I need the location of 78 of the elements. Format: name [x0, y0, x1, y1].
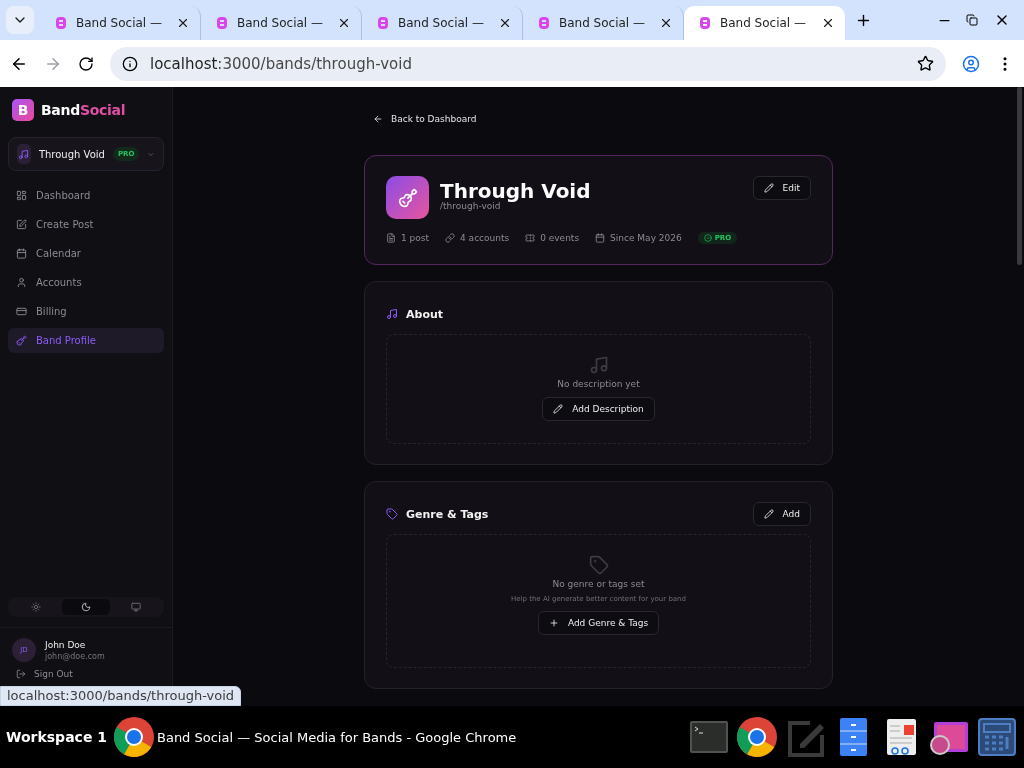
- guitar-icon: [16, 335, 27, 346]
- section-title: Genre & Tags: [406, 507, 489, 521]
- plus-icon: [548, 618, 559, 628]
- pencil-icon: [763, 509, 774, 519]
- stat-label: 1 post: [401, 233, 430, 243]
- nav-item[interactable]: Calendar: [8, 241, 164, 266]
- sun-icon: [31, 602, 41, 612]
- moon-icon: [81, 602, 91, 612]
- restore-icon[interactable]: [966, 14, 978, 26]
- calendar-icon: [595, 233, 606, 243]
- nav-item[interactable]: Billing: [8, 299, 164, 324]
- status-url: localhost:3000/bands/through-void: [0, 686, 241, 706]
- favicon-icon: [537, 16, 551, 30]
- stat-label: Since May 2026: [610, 233, 682, 243]
- info-icon: [122, 55, 138, 72]
- dashboard-icon: [16, 190, 27, 201]
- pencil-icon: [553, 404, 564, 414]
- nav-item[interactable]: Accounts: [8, 270, 164, 295]
- back-link[interactable]: Back to Dashboard: [373, 112, 477, 126]
- reload-icon[interactable]: [78, 55, 94, 72]
- close-icon[interactable]: [659, 16, 673, 30]
- calendar-icon: [16, 248, 27, 259]
- workspace-label[interactable]: Workspace 1: [6, 729, 107, 745]
- profile-icon[interactable]: [962, 54, 980, 73]
- chrome-icon[interactable]: [736, 716, 778, 758]
- theme-dark-button[interactable]: [62, 599, 110, 615]
- tag-icon: [588, 555, 609, 575]
- favicon-icon: [215, 16, 229, 30]
- empty-state-text: No description yet: [557, 379, 640, 389]
- address-bar[interactable]: localhost:3000/bands/through-void: [110, 46, 946, 81]
- tab-list-button[interactable]: [6, 6, 34, 34]
- bookmark-star-icon[interactable]: [917, 55, 934, 72]
- music-note-icon: [386, 308, 398, 320]
- favicon-icon: [698, 16, 712, 30]
- nav-item[interactable]: Dashboard: [8, 183, 164, 208]
- section-title: About: [406, 307, 444, 321]
- tag-icon: [386, 508, 398, 520]
- music-note-icon: [17, 144, 31, 164]
- user-name: John Doe: [45, 639, 87, 650]
- check-circle-icon: [703, 234, 712, 242]
- scrollbar-thumb[interactable]: [1017, 87, 1022, 265]
- document-icon: [386, 233, 396, 243]
- close-icon[interactable]: [498, 16, 512, 30]
- pencil-icon: [763, 183, 774, 193]
- add-description-button[interactable]: Add Description: [542, 397, 655, 421]
- close-icon[interactable]: [176, 16, 190, 30]
- window-title[interactable]: Band Social — Social Media for Bands - Google Chrome: [157, 729, 517, 745]
- add-button[interactable]: Add: [752, 502, 811, 526]
- nav-item[interactable]: Band Profile: [8, 328, 164, 353]
- ticket-icon: [525, 233, 536, 243]
- close-icon[interactable]: [821, 16, 835, 30]
- stat-label: 0 events: [540, 233, 580, 243]
- monitor-icon: [131, 602, 141, 612]
- empty-state-text: No genre or tags set: [552, 579, 645, 589]
- band-name: Through Void: [440, 179, 591, 203]
- sign-out-button[interactable]: Sign Out: [8, 666, 164, 682]
- browser-tab[interactable]: Band Social —: [684, 6, 845, 40]
- edit-button[interactable]: Edit: [752, 176, 811, 200]
- chrome-icon[interactable]: [113, 716, 155, 758]
- compose-icon: [16, 219, 27, 230]
- nav-item[interactable]: Create Post: [8, 212, 164, 237]
- stat-label: 4 accounts: [460, 233, 510, 243]
- arrow-left-icon: [373, 114, 383, 124]
- logout-icon: [16, 669, 26, 679]
- link-icon: [445, 233, 456, 243]
- add-genre-button[interactable]: Add Genre & Tags: [537, 611, 660, 635]
- brand-name: BandSocial: [41, 102, 126, 118]
- user-icon: [16, 277, 27, 288]
- guitar-icon: [386, 176, 429, 219]
- favicon-icon: [376, 16, 390, 30]
- brand-logo: B: [12, 99, 34, 121]
- band-slug: /through-void: [440, 201, 501, 211]
- card-icon: [16, 306, 27, 317]
- music-note-icon: [588, 355, 609, 375]
- close-icon[interactable]: [337, 16, 351, 30]
- favicon-icon: [54, 16, 68, 30]
- calculator-icon[interactable]: [976, 716, 1018, 758]
- user-email: john@doe.com: [45, 651, 105, 661]
